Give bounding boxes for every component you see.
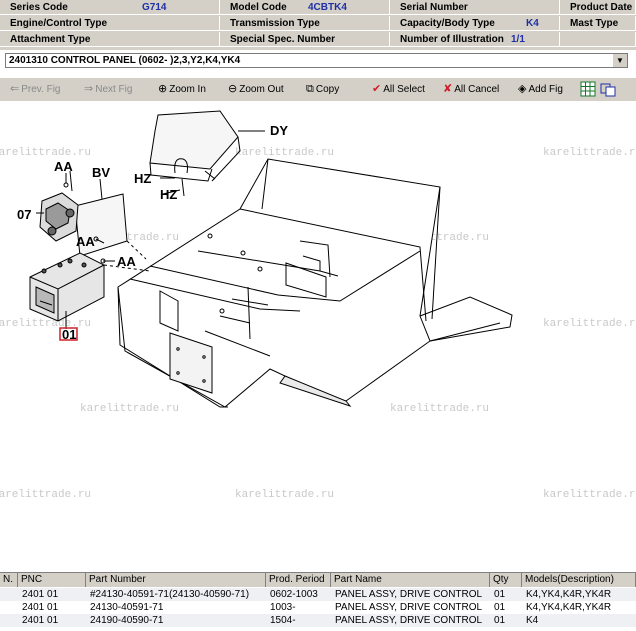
series-code-cell: Series Code G714: [0, 0, 220, 15]
prev-fig-label: Prev. Fig: [21, 84, 61, 95]
transmission-cell: Transmission Type: [220, 16, 390, 31]
row-pnc: 2401 01: [22, 589, 59, 600]
all-cancel-button[interactable]: ✘ All Cancel: [443, 82, 499, 96]
column-header-n[interactable]: N.: [0, 573, 18, 587]
column-header-models[interactable]: Models(Description): [522, 573, 636, 587]
copy-button[interactable]: ⧉ Copy: [306, 82, 339, 96]
add-fig-icon: ◈: [518, 83, 527, 95]
table-row[interactable]: 2401 01 24130-40591-71 1003- PANEL ASSY,…: [0, 601, 636, 614]
row-part-name: PANEL ASSY, DRIVE CONTROL: [335, 615, 483, 626]
callout-07[interactable]: 07: [17, 207, 31, 222]
group-select[interactable]: 2401310 CONTROL PANEL (0602- )2,3,Y2,K4,…: [5, 53, 628, 68]
column-header-pnc[interactable]: PNC: [18, 573, 86, 587]
next-arrow-icon: ⇒: [84, 83, 94, 95]
prev-arrow-icon: ⇐: [10, 83, 20, 95]
model-code-value: 4CBTK4: [308, 2, 347, 13]
toolbar: ⇐ Prev. Fig ⇒ Next Fig ⊕ Zoom In ⊖ Zoom Out …: [0, 77, 636, 102]
row-models: K4,YK4,K4R,YK4R: [526, 602, 612, 613]
column-header-part-name[interactable]: Part Name: [331, 573, 490, 587]
all-cancel-label: All Cancel: [454, 84, 500, 95]
table-row[interactable]: 2401 01 24190-40590-71 1504- PANEL ASSY,…: [0, 614, 636, 627]
series-code-value: G714: [142, 2, 167, 13]
add-fig-button[interactable]: ◈ Add Fig: [518, 82, 563, 96]
copy-icon: ⧉: [306, 83, 314, 95]
special-spec-cell: Special Spec. Number: [220, 32, 390, 47]
magnifier-minus-icon: ⊖: [228, 83, 238, 95]
product-date-label: Product Date: [570, 2, 633, 13]
table-row[interactable]: 2401 01 #24130-40591-71(24130-40590-71) …: [0, 588, 636, 601]
cross-icon: ✘: [443, 83, 453, 95]
add-fig-label: Add Fig: [528, 84, 563, 95]
model-code-label: Model Code: [230, 2, 287, 13]
zoom-in-button[interactable]: ⊕ Zoom In: [158, 82, 206, 96]
transmission-label: Transmission Type: [230, 18, 320, 29]
mast-type-label: Mast Type: [570, 18, 619, 29]
grid-view-icon[interactable]: [580, 81, 596, 97]
zoom-in-label: Zoom In: [169, 84, 206, 95]
serial-number-cell: Serial Number: [390, 0, 560, 15]
column-header-prod-period[interactable]: Prod. Period: [266, 573, 331, 587]
callout-hz-lower[interactable]: HZ: [160, 187, 177, 202]
all-select-label: All Select: [383, 84, 425, 95]
row-part-name: PANEL ASSY, DRIVE CONTROL: [335, 602, 483, 613]
row-qty: 01: [494, 602, 506, 613]
window-link-icon[interactable]: [600, 81, 616, 97]
row-qty: 01: [494, 615, 506, 626]
callout-dy[interactable]: DY: [270, 123, 288, 138]
row-pnc: 2401 01: [22, 602, 59, 613]
row-part-number: 24130-40591-71: [90, 602, 164, 613]
column-header-qty[interactable]: Qty: [490, 573, 522, 587]
product-date-cell: Product Date: [560, 0, 636, 15]
row-prod-period: 1504-: [270, 615, 296, 626]
row-prod-period: 0602-1003: [270, 589, 318, 600]
zoom-out-button[interactable]: ⊖ Zoom Out: [228, 82, 284, 96]
callout-aa-right[interactable]: AA: [117, 254, 136, 269]
illustration-cell: Number of Illustration 1/1: [390, 32, 560, 47]
callout-hz-left[interactable]: HZ: [134, 171, 151, 186]
capacity-label: Capacity/Body Type: [400, 18, 495, 29]
column-header-part-number[interactable]: Part Number: [86, 573, 266, 587]
check-icon: ✔: [372, 83, 382, 95]
row-qty: 01: [494, 589, 506, 600]
callout-aa-top[interactable]: AA: [54, 159, 73, 174]
next-fig-label: Next Fig: [95, 84, 133, 95]
model-code-cell: Model Code 4CBTK4: [220, 0, 390, 15]
next-fig-button[interactable]: ⇒ Next Fig: [84, 82, 132, 96]
mast-type-cell: Mast Type: [560, 16, 636, 31]
special-spec-label: Special Spec. Number: [230, 34, 336, 45]
row-pnc: 2401 01: [22, 615, 59, 626]
zoom-out-label: Zoom Out: [239, 84, 284, 95]
row-models: K4,YK4,K4R,YK4R: [526, 589, 612, 600]
illustration-canvas[interactable]: karelittrade.ru karelittrade.ru karelitt…: [0, 101, 636, 563]
row-part-number: 24190-40590-71: [90, 615, 164, 626]
group-select-value: 2401310 CONTROL PANEL (0602- )2,3,Y2,K4,…: [9, 55, 241, 66]
copy-label: Copy: [315, 84, 340, 95]
illustration-label: Number of Illustration: [400, 34, 504, 45]
engine-cell: Engine/Control Type: [0, 16, 220, 31]
series-code-label: Series Code: [10, 2, 68, 13]
magnifier-plus-icon: ⊕: [158, 83, 168, 95]
attachment-cell: Attachment Type: [0, 32, 220, 47]
capacity-cell: Capacity/Body Type K4: [390, 16, 560, 31]
capacity-value: K4: [526, 18, 539, 29]
callout-01[interactable]: 01: [62, 327, 76, 342]
row-part-name: PANEL ASSY, DRIVE CONTROL: [335, 589, 483, 600]
serial-number-label: Serial Number: [400, 2, 468, 13]
dropdown-arrow-icon[interactable]: ▼: [612, 54, 627, 67]
engine-label: Engine/Control Type: [10, 18, 108, 29]
callout-bv[interactable]: BV: [92, 165, 110, 180]
parts-table: N. PNC Part Number Prod. Period Part Nam…: [0, 572, 636, 631]
attachment-label: Attachment Type: [10, 34, 91, 45]
blank-cell: [560, 32, 636, 47]
callout-aa-mid[interactable]: AA: [76, 234, 95, 249]
spec-header: Series Code G714 Model Code 4CBTK4 Seria…: [0, 0, 636, 50]
row-part-number: #24130-40591-71(24130-40590-71): [90, 589, 250, 600]
row-models: K4: [526, 615, 539, 626]
row-prod-period: 1003-: [270, 602, 296, 613]
prev-fig-button[interactable]: ⇐ Prev. Fig: [10, 82, 61, 96]
illustration-value: 1/1: [511, 34, 525, 45]
all-select-button[interactable]: ✔ All Select: [372, 82, 425, 96]
